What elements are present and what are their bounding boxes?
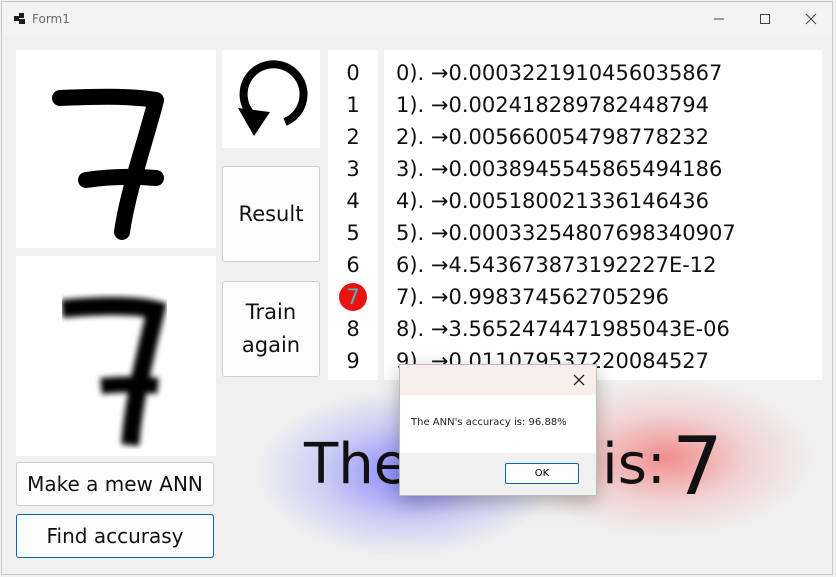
result-button[interactable]: Result [222,166,320,262]
title-bar: Form1 [2,2,832,36]
refresh-icon [238,60,308,136]
app-icon [14,13,25,24]
dialog-footer: OK [400,453,596,495]
dialog-title-bar [400,365,596,395]
digit-label: 4 [346,189,360,213]
maximize-icon [760,14,770,24]
output-row: 2). →0.005660054798778232 [396,125,710,149]
accuracy-dialog: The ANN's accuracy is: 96.88% OK [399,364,597,496]
result-digit: 7 [672,420,723,513]
output-row: 6). →4.543673873192227E-12 [396,253,717,277]
drawing-canvas[interactable] [16,50,216,248]
close-icon [805,13,817,25]
dialog-message: The ANN's accuracy is: 96.88% [411,417,567,428]
drawn-digit-image [52,88,164,240]
output-row: 0). →0.0003221910456035867 [396,61,723,85]
refresh-button[interactable] [222,50,320,148]
minimize-icon [714,18,724,20]
maximize-button[interactable] [742,2,788,36]
digit-label: 0 [346,61,360,85]
digit-label: 9 [346,349,360,373]
digit-list: 0 1 2 3 4 5 6 7 8 9 [328,50,378,380]
ok-button[interactable]: OK [505,463,579,484]
digit-label: 6 [346,253,360,277]
digit-label: 1 [346,93,360,117]
output-row: 1). →0.002418289782448794 [396,93,710,117]
window-title: Form1 [32,12,70,26]
output-probabilities: 0). →0.0003221910456035867 1). →0.002418… [384,50,822,380]
output-row: 7). →0.998374562705296 [396,285,669,309]
make-new-ann-button[interactable]: Make a mew ANN [16,462,214,506]
output-row: 3). →0.003894554586549418​6 [396,157,723,181]
digit-label: 3 [346,157,360,181]
find-accuracy-button[interactable]: Find accurasy [16,514,214,558]
digit-label: 8 [346,317,360,341]
predicted-digit-highlight: 7 [328,282,378,312]
close-icon [573,374,585,386]
preview-digit-image [61,297,167,446]
output-row: 4). →0.005180021336146436 [396,189,710,213]
train-again-button[interactable]: Train again [222,281,320,377]
output-row: 5). →0.0003325480769834090​7 [396,221,736,245]
minimize-button[interactable] [696,2,742,36]
close-button[interactable] [788,2,832,36]
dialog-close-button[interactable] [570,371,588,389]
output-row: 8). →3.5652474471985043E-06 [396,317,730,341]
digit-label: 5 [346,221,360,245]
digit-label: 2 [346,125,360,149]
downscaled-preview [16,256,216,456]
